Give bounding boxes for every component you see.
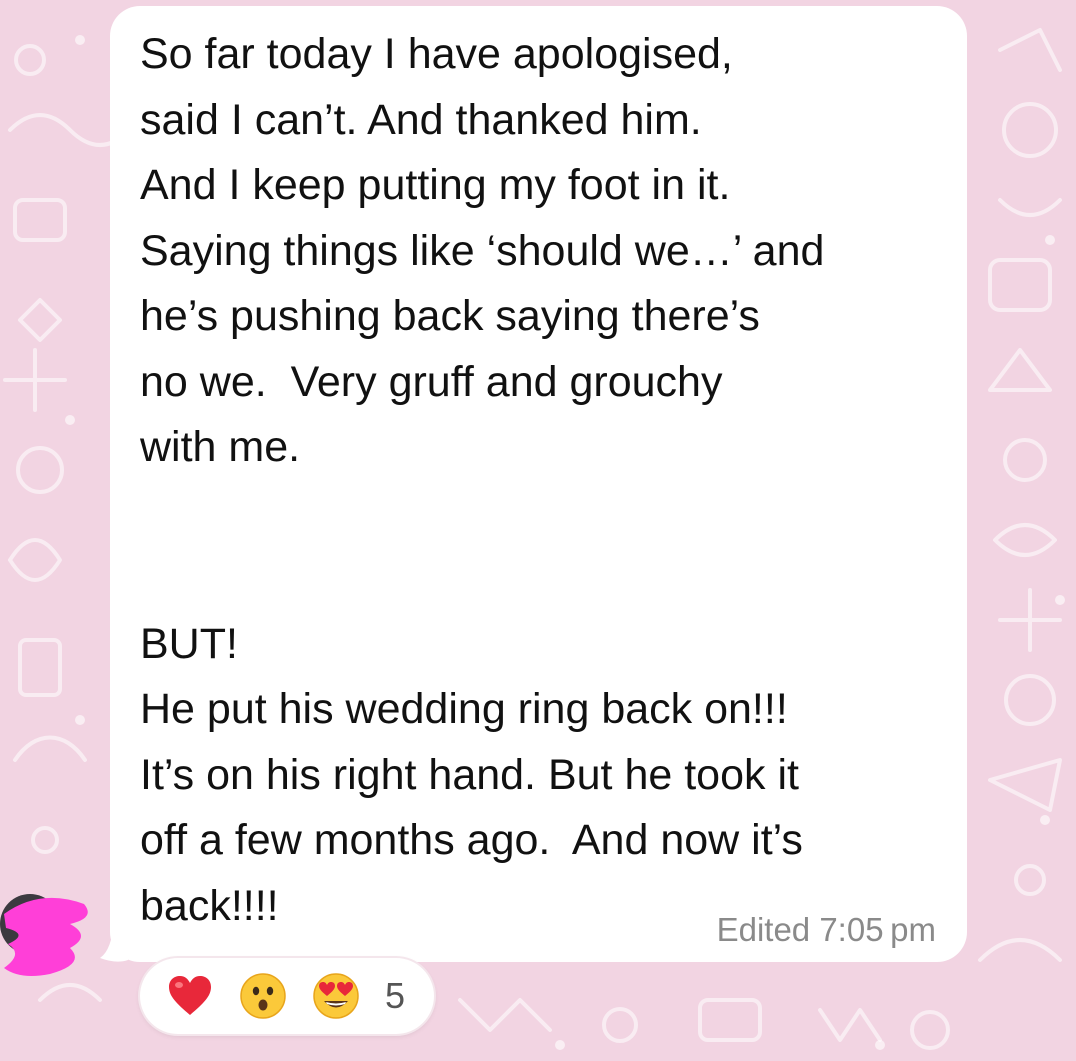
reaction-bar[interactable]: 5 [140, 958, 434, 1034]
edited-timestamp: Edited 7:05 pm [716, 911, 936, 948]
avatar[interactable] [0, 884, 96, 980]
hushed-face-icon[interactable] [239, 972, 287, 1020]
message-text: So far today I have apologised, said I c… [140, 30, 825, 930]
red-heart-icon[interactable] [166, 972, 214, 1020]
heart-eyes-face-icon[interactable] [312, 972, 360, 1020]
reaction-count: 5 [385, 975, 406, 1016]
